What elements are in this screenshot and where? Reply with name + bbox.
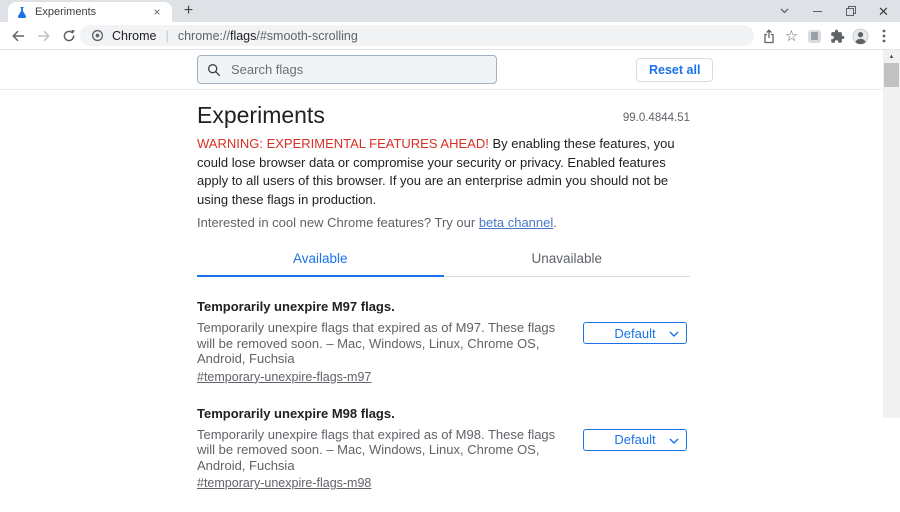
tab-close-icon[interactable]: ×	[150, 6, 164, 18]
url-host: flags	[229, 28, 257, 43]
flag-permalink[interactable]: #temporary-unexpire-flags-m97	[197, 370, 371, 384]
url-page-label: Chrome	[112, 28, 157, 43]
scrollbar-thumb[interactable]	[884, 63, 899, 87]
bookmark-star-icon[interactable]: ☆	[780, 25, 803, 47]
toolbar-actions: ☆	[757, 25, 895, 47]
warning-text: WARNING: EXPERIMENTAL FEATURES AHEAD! By…	[197, 135, 690, 209]
new-tab-button[interactable]: +	[181, 3, 196, 19]
restore-button[interactable]	[834, 0, 867, 22]
flag-permalink[interactable]: #temporary-unexpire-flags-m98	[197, 476, 371, 490]
promo-text: Interested in cool new Chrome features? …	[197, 215, 690, 231]
tab-unavailable[interactable]: Unavailable	[443, 244, 690, 277]
extensions-puzzle-icon[interactable]	[826, 25, 849, 47]
page-title: Experiments	[197, 102, 325, 128]
flag-description: Temporarily unexpire flags that expired …	[197, 320, 556, 366]
chrome-version: 99.0.4844.51	[622, 112, 690, 124]
flags-main: Experiments 99.0.4844.51 WARNING: EXPERI…	[197, 90, 690, 512]
promo-lead: Interested in cool new Chrome features? …	[197, 215, 479, 230]
chevron-down-icon	[669, 331, 679, 337]
vertical-scrollbar[interactable]: ▲	[883, 50, 900, 418]
internal-page-icon	[91, 29, 104, 42]
flag-select-value: Default	[614, 325, 656, 341]
flask-icon	[16, 6, 28, 18]
flag-description: Temporarily unexpire flags that expired …	[197, 426, 556, 473]
forward-button[interactable]	[34, 26, 54, 46]
scrollbar-up-arrow-icon[interactable]: ▲	[883, 50, 900, 63]
address-bar[interactable]: Chrome | chrome://flags/#smooth-scrollin…	[80, 25, 754, 46]
flags-tabs: Available Unavailable	[197, 244, 690, 277]
minimize-button[interactable]	[801, 0, 834, 22]
profile-avatar[interactable]	[849, 25, 872, 47]
tab-strip: Experiments × + ✕	[0, 0, 900, 22]
flag-title: Temporarily unexpire M98 flags.	[197, 405, 395, 421]
flag-select-m98[interactable]: Default	[583, 428, 687, 451]
reset-all-button[interactable]: Reset all	[636, 58, 714, 82]
beta-channel-link[interactable]: beta channel	[479, 215, 553, 230]
tab-search-icon[interactable]	[768, 0, 801, 22]
tab-available[interactable]: Available	[197, 244, 444, 277]
browser-menu-icon[interactable]	[872, 25, 895, 47]
flag-title: Temporarily unexpire M97 flags.	[197, 299, 395, 314]
flag-select-m97[interactable]: Default	[583, 322, 687, 344]
chevron-down-icon	[669, 438, 679, 444]
warning-emphasis: WARNING: EXPERIMENTAL FEATURES AHEAD!	[197, 136, 489, 151]
share-icon[interactable]	[757, 25, 780, 47]
search-input[interactable]	[229, 61, 487, 78]
close-window-button[interactable]: ✕	[867, 0, 900, 22]
flag-entry-m97: Temporarily unexpire M97 flags. Temporar…	[197, 299, 690, 386]
flag-select-value: Default	[614, 432, 656, 447]
promo-period: .	[553, 215, 557, 230]
url-scheme: chrome://	[177, 28, 230, 43]
url-separator: |	[165, 28, 169, 43]
flags-page-header: Reset all	[0, 50, 883, 90]
browser-tab-experiments[interactable]: Experiments ×	[8, 2, 172, 22]
url-path: /#smooth-scrolling	[256, 28, 358, 43]
browser-toolbar: Chrome | chrome://flags/#smooth-scrollin…	[0, 22, 900, 50]
search-flags-box[interactable]	[197, 55, 497, 84]
pinned-extension-icon[interactable]	[803, 25, 826, 47]
back-button[interactable]	[8, 26, 28, 46]
flags-list: Temporarily unexpire M97 flags. Temporar…	[197, 299, 690, 492]
search-icon	[207, 63, 221, 77]
tab-title: Experiments	[35, 6, 97, 18]
flag-entry-m98: Temporarily unexpire M98 flags. Temporar…	[197, 406, 690, 493]
reload-button[interactable]	[59, 26, 79, 46]
window-controls: ✕	[768, 0, 900, 22]
